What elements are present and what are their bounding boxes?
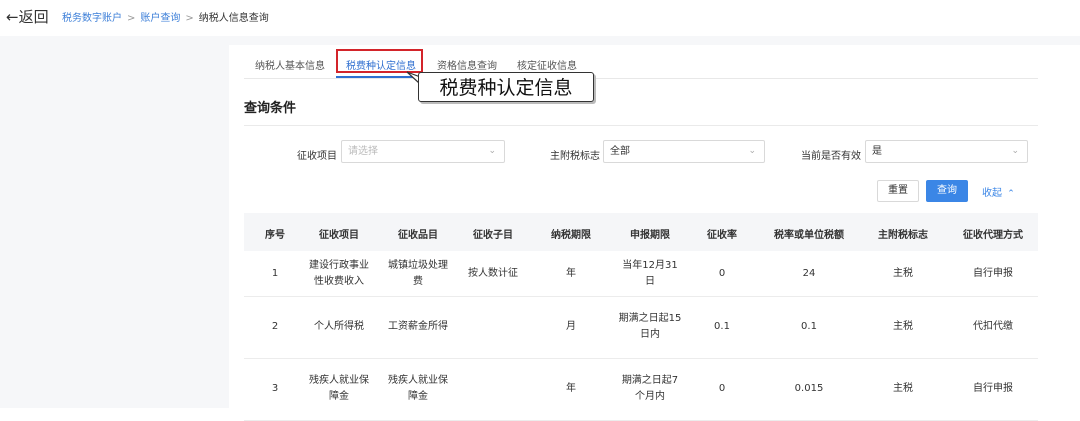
breadcrumb-item-current: 纳税人信息查询 [198, 13, 269, 24]
column-header: 主附税标志 [878, 230, 928, 241]
breadcrumb: 税务数字账户 > 账户查询 > 纳税人信息查询 [62, 9, 269, 24]
tab-qualification-query[interactable]: 资格信息查询 [437, 57, 497, 72]
filter-label-collection-item: 征收项目 [297, 151, 337, 162]
select-placeholder: 请选择 [348, 146, 378, 157]
table-cell: 残疾人就业保障金 [388, 375, 448, 402]
select-value: 是 [872, 146, 882, 157]
query-button[interactable]: 查询 [926, 180, 968, 202]
breadcrumb-item-account-query[interactable]: 账户查询 [140, 13, 180, 24]
table-cell: 代扣代缴 [973, 321, 1013, 332]
table-cell: 建设行政事业性收费收入 [309, 259, 369, 287]
reset-button[interactable]: 重置 [877, 180, 919, 202]
table-cell: 0.1 [801, 321, 817, 332]
collapse-label: 收起 [982, 188, 1002, 199]
filter-label-currently-valid: 当前是否有效 [801, 151, 861, 162]
chevron-up-icon: ⌃ [1007, 189, 1015, 199]
tab-taxpayer-basic-info[interactable]: 纳税人基本信息 [255, 57, 325, 72]
chevron-down-icon: ⌄ [748, 146, 756, 156]
column-header: 征收代理方式 [963, 230, 1023, 241]
table-cell: 月 [566, 321, 576, 332]
table-cell: 0 [718, 267, 726, 279]
column-header: 征收项目 [319, 230, 359, 241]
tabs-divider [244, 78, 1038, 79]
collapse-toggle[interactable]: 收起 ⌃ [982, 184, 1015, 199]
table-cell: 0.015 [794, 383, 824, 394]
chevron-down-icon: ⌄ [488, 146, 496, 156]
row-divider [244, 296, 1038, 297]
table-cell: 残疾人就业保障金 [309, 375, 369, 402]
collection-item-select[interactable]: 请选择 ⌄ [341, 140, 505, 163]
table-cell: 0 [718, 383, 726, 394]
table-cell: 主税 [893, 383, 913, 394]
section-divider [244, 125, 1038, 126]
callout-label: 税费种认定信息 [418, 72, 594, 102]
column-header: 征收率 [707, 230, 737, 241]
select-value: 全部 [610, 146, 630, 157]
column-header: 申报期限 [630, 230, 670, 241]
chevron-down-icon: ⌄ [1011, 146, 1019, 156]
column-header: 税率或单位税额 [774, 230, 844, 241]
table-cell: 主税 [893, 321, 913, 332]
table-cell: 城镇垃圾处理费 [388, 259, 448, 287]
breadcrumb-separator: > [185, 13, 194, 24]
table-cell: 2 [271, 321, 279, 332]
table-cell: 年 [566, 383, 576, 394]
table-cell: 0.1 [714, 321, 730, 332]
table-cell: 自行申报 [973, 383, 1013, 394]
table-cell: 个人所得税 [314, 321, 364, 332]
table-cell: 自行申报 [973, 267, 1013, 279]
section-title: 查询条件 [244, 101, 297, 116]
table-cell: 1 [271, 267, 279, 279]
column-header: 征收品目 [398, 230, 438, 241]
back-button[interactable]: ←返回 [6, 6, 49, 27]
column-header: 序号 [265, 230, 285, 241]
filter-label-main-sub-tax: 主附税标志 [550, 151, 600, 162]
table-cell: 24 [802, 267, 816, 279]
breadcrumb-item-digital-account[interactable]: 税务数字账户 [62, 13, 122, 24]
table-cell: 期满之日起15日内 [618, 313, 682, 340]
column-header: 纳税期限 [551, 230, 591, 241]
breadcrumb-separator: > [127, 13, 136, 24]
main-sub-tax-select[interactable]: 全部 ⌄ [603, 140, 765, 163]
table-cell: 当年12月31日 [622, 259, 678, 287]
currently-valid-select[interactable]: 是 ⌄ [865, 140, 1028, 163]
tab-assessed-collection-info[interactable]: 核定征收信息 [517, 57, 577, 72]
table-cell: 期满之日起7个月内 [621, 375, 679, 402]
table-cell: 按人数计征 [468, 267, 518, 279]
table-cell: 主税 [893, 267, 913, 279]
row-divider [244, 358, 1038, 359]
column-header: 征收子目 [473, 230, 513, 241]
table-cell: 工资薪金所得 [388, 321, 448, 332]
table-cell: 年 [566, 267, 576, 279]
table-cell: 3 [271, 383, 279, 394]
